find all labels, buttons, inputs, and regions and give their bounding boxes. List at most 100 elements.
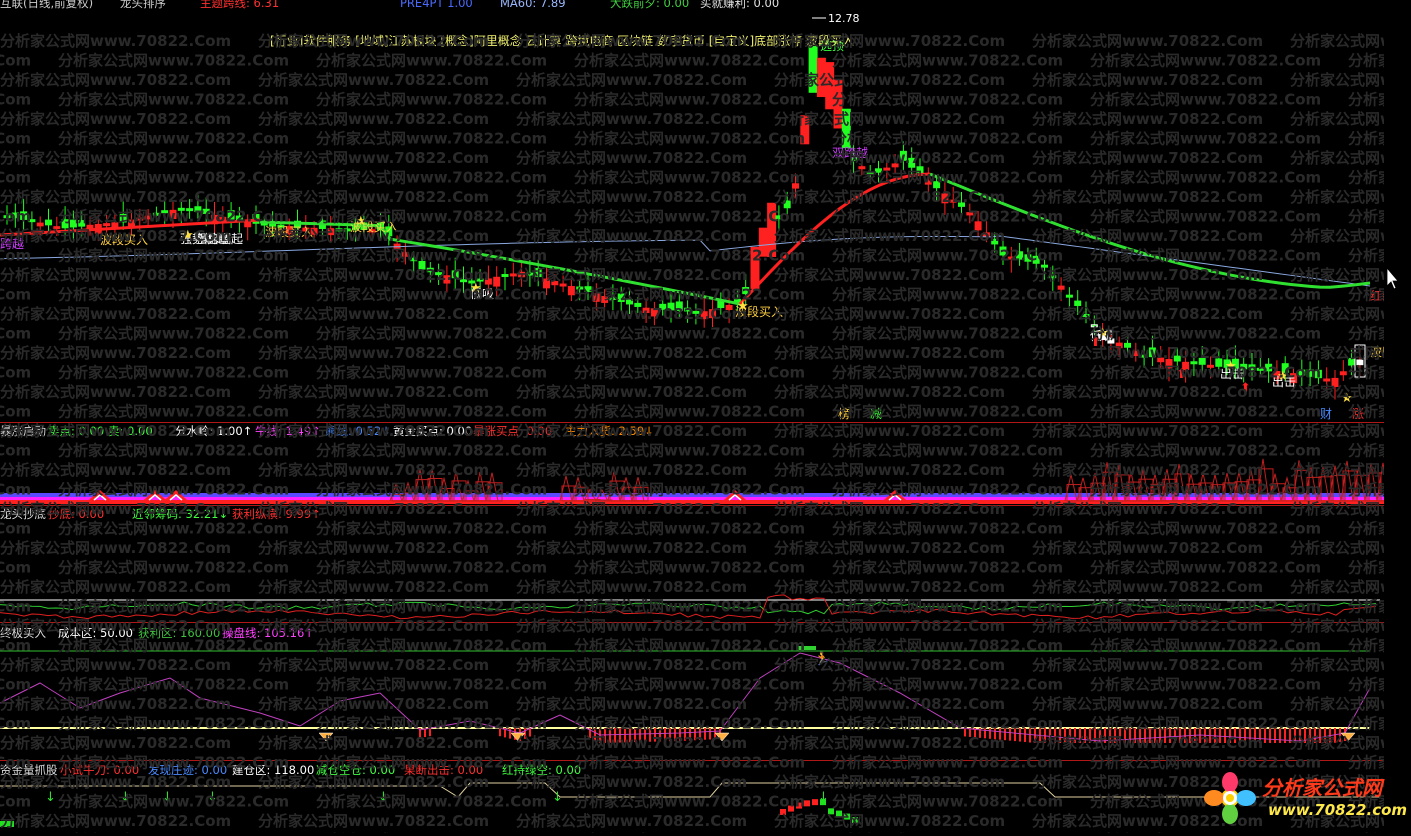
candle-body [999, 246, 1007, 256]
candle-body [1173, 355, 1181, 362]
candle-body [883, 167, 891, 171]
header-item: 牛线: 1.49↑ [255, 424, 321, 438]
star-icon: ★ [1225, 359, 1237, 374]
candle-body [982, 232, 990, 237]
candle-body [642, 307, 650, 314]
star-icon: ★ [470, 281, 482, 296]
candle-body [1032, 255, 1040, 264]
star-icon: ★ [1341, 391, 1353, 406]
candle-body [86, 224, 94, 229]
panel-zijin[interactable]: ↓ ↓ ↓ ↓ ↓ ↓ ↓ 资金量抓股 小试牛刀: 0.00 发现庄迹: 0.00 建仓区: 11… [0, 761, 1384, 833]
candle-body [435, 272, 443, 276]
candle-body [833, 79, 843, 129]
header-item: 获利区: 160.00 [138, 626, 221, 640]
right-gutter [1384, 0, 1411, 833]
candle-body [758, 227, 768, 257]
candle-body [1207, 364, 1214, 368]
candle-body [592, 293, 600, 302]
candle-body [941, 193, 949, 204]
candle-body [1256, 367, 1264, 371]
candle-body [551, 281, 559, 286]
panel-longtou[interactable]: 龙头抄底 抄底: 0.00 近邻筹码: 32.21↓ 获利纵横: 9.99↑ [0, 506, 1384, 622]
candle-body [601, 295, 609, 303]
candle-body [858, 166, 866, 170]
candle-body [144, 215, 152, 220]
diamond-icon [714, 732, 730, 742]
candle-body [584, 286, 592, 292]
candle-body [78, 220, 86, 227]
candle-body [1049, 275, 1057, 279]
candle-body [202, 208, 210, 214]
candle-body [899, 150, 907, 161]
candle-body [1198, 357, 1206, 365]
candle-body [1016, 251, 1024, 260]
main-chart-svg: 12.78逃顶双跨越波段买入波段买入波段买入波段买入波段买入强势崛起强势崛起低吸… [0, 12, 1384, 421]
candle-body [518, 271, 526, 278]
diamond-icon [318, 732, 334, 742]
candle-body [335, 228, 343, 232]
candle-body [684, 307, 692, 312]
runner-icon: 🏃 [814, 651, 830, 667]
base-band [0, 493, 1384, 497]
candle-body [1024, 254, 1032, 262]
candle-body [1190, 361, 1198, 365]
logo-url: www.70822.com [1268, 801, 1408, 819]
candle-body [1356, 359, 1364, 366]
candle-body [418, 260, 426, 270]
header-item: 建仓区: 118.00 [232, 763, 315, 777]
header-item: 成本区: 50.00 [58, 626, 133, 640]
main-candlestick-panel[interactable]: 12.78逃顶双跨越波段买入波段买入波段买入波段买入波段买入强势崛起强势崛起低吸… [0, 0, 1384, 422]
candle-body [1057, 285, 1065, 290]
header-item: 发现庄迹: 0.00 [148, 763, 228, 777]
candle-body [244, 221, 252, 228]
panel-zhongji[interactable]: 🏃 终极买入 成本区: 50.00 获利区: 160.00 操盘线: 105.16↑ [0, 623, 1384, 760]
header-item: 红持绿空: 0.00 [502, 763, 582, 777]
candle-body [1148, 347, 1156, 358]
chart-annotation: 涨 [1352, 406, 1364, 421]
candle-body [891, 163, 899, 168]
candle-body [1323, 378, 1331, 382]
candle-body [443, 275, 451, 284]
candle-body [227, 210, 235, 220]
signal-block [828, 808, 834, 815]
down-arrow-icon: ↓ [552, 790, 563, 805]
header-item: 果断出击: 0.00 [404, 763, 484, 777]
candle-body [1331, 377, 1339, 387]
candle-body [1306, 368, 1314, 377]
header-item: 暴涨启动 [0, 424, 46, 438]
signal-block [0, 821, 14, 827]
chart-annotation: 波段买入 [265, 224, 313, 239]
header-item: 熊线: 0.52↓ [325, 424, 391, 438]
chart-annotation: 红K里 [1370, 288, 1384, 303]
candle-body [460, 279, 467, 283]
candle-body [1314, 369, 1322, 379]
chart-annotation: 减 [870, 407, 882, 421]
chart-annotation: 双跨越 [832, 146, 868, 160]
star-icon: ★ [182, 228, 194, 243]
candle-body [559, 283, 567, 287]
header-item: 操盘线: 105.16↑ [222, 626, 314, 640]
candle-body [526, 272, 534, 276]
candle-body [866, 171, 874, 175]
candle-body [725, 304, 733, 311]
candle-body [958, 202, 965, 207]
header-item: 获利纵横: 9.99↑ [232, 507, 321, 521]
down-arrow-icon: ↓ [378, 790, 389, 805]
candle-body [841, 108, 851, 149]
chart-annotation: 财 [1320, 407, 1332, 421]
header-item: 减仓空仓: 0.00 [316, 763, 396, 777]
candle-body [136, 217, 144, 221]
candle-body [1339, 371, 1347, 376]
signal-block [796, 802, 802, 809]
signal-block [820, 799, 826, 806]
candle-body [401, 251, 409, 257]
candle-body [61, 219, 69, 229]
header-item: 黄金买点: 0.00 [393, 424, 473, 438]
candle-body [626, 298, 633, 305]
candle-body [609, 296, 617, 300]
panel-baozhang[interactable]: 暴涨启动 卖点: 0.00 卖: 0.00 分水岭: 1.00↑ 牛线: 1.49↑ 熊线… [0, 423, 1384, 505]
candle-body [650, 308, 658, 317]
candle-body [792, 183, 799, 189]
down-arrow-icon: ↓ [207, 790, 218, 805]
candle-body [543, 278, 550, 289]
